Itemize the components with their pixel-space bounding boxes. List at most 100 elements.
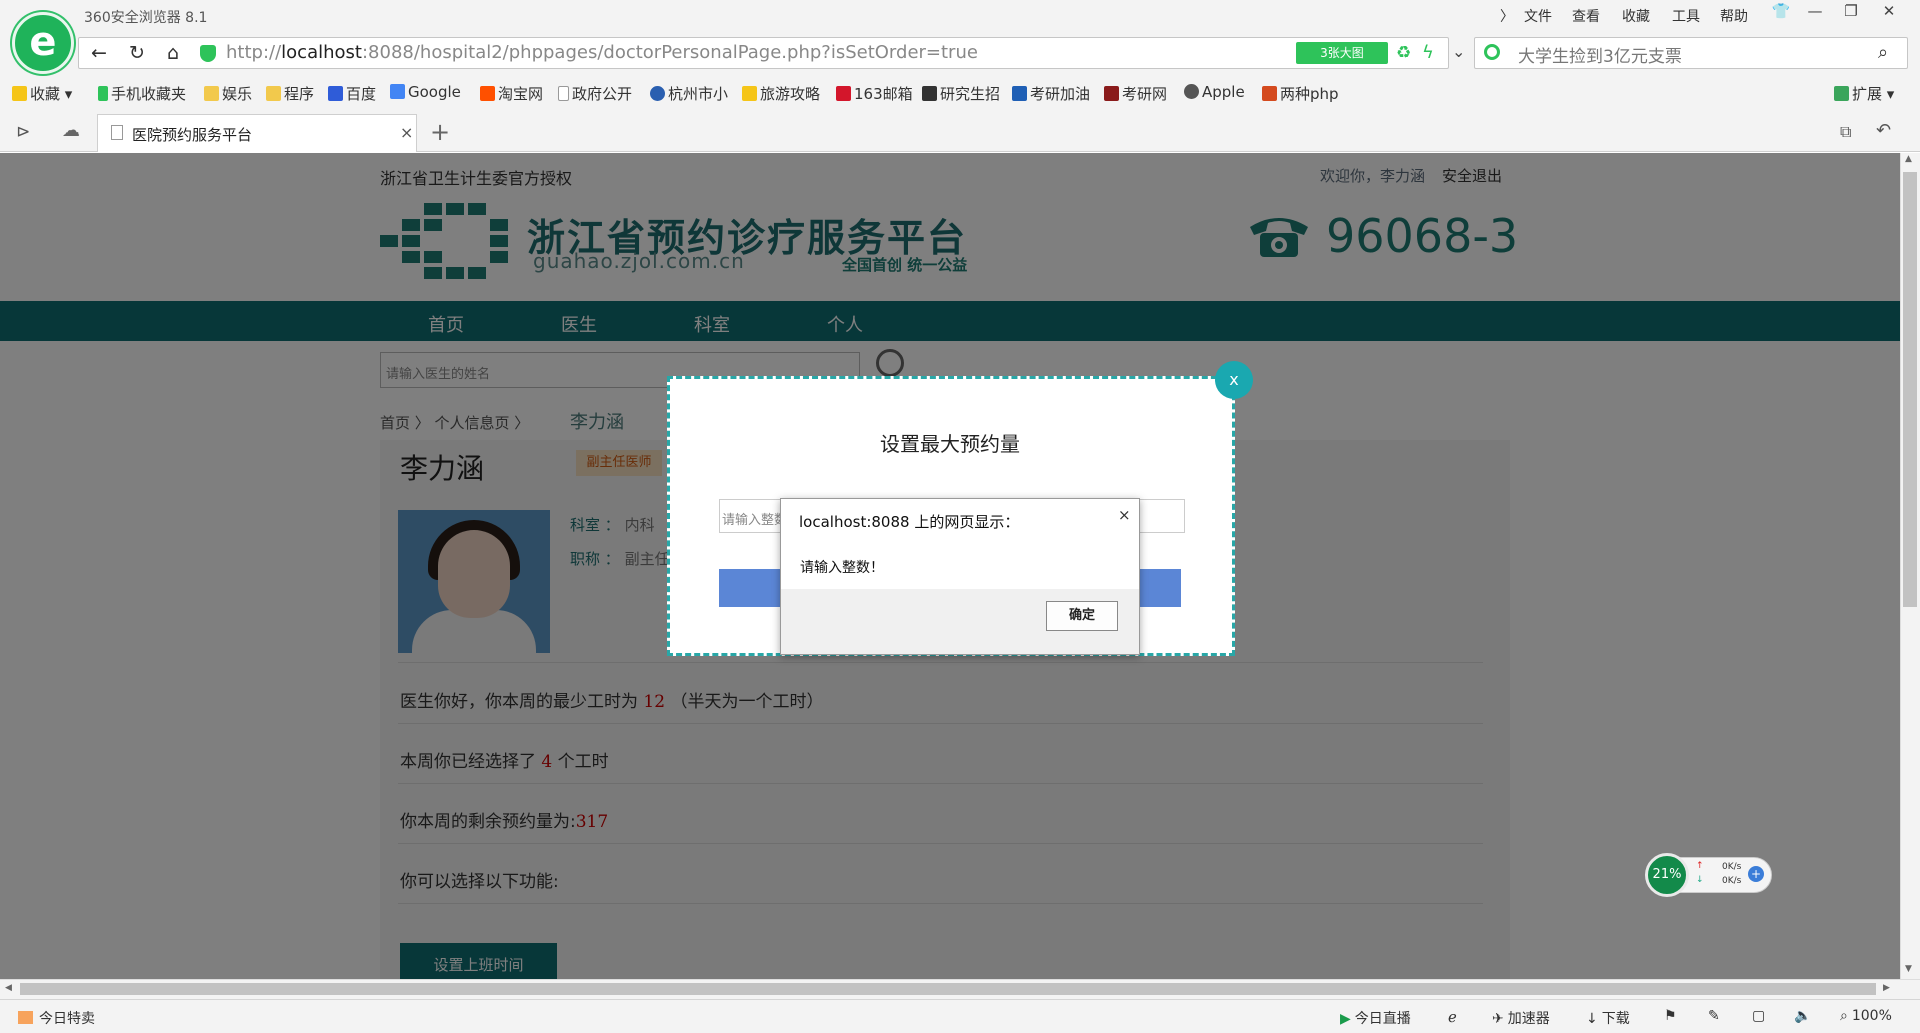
page-icon — [558, 86, 569, 101]
bookmark-programs[interactable]: 程序 — [266, 83, 314, 104]
security-shield-icon — [200, 45, 216, 62]
folder-icon — [266, 86, 281, 101]
rocket-icon: ✈ — [1492, 1011, 1504, 1027]
bookmark-gov[interactable]: 政府公开 — [558, 83, 632, 104]
accelerator-button[interactable]: ✈ 加速器 — [1492, 1008, 1550, 1028]
url-text[interactable]: http://localhost:8088/hospital2/phppages… — [226, 42, 978, 63]
vertical-scroll-thumb[interactable] — [1903, 172, 1917, 607]
minimize-icon[interactable]: — — [1802, 2, 1828, 26]
status-bar — [0, 999, 1920, 1033]
memory-percent[interactable]: 21% — [1645, 853, 1689, 897]
travel-icon — [742, 86, 757, 101]
menu-favorites[interactable]: 收藏 — [1622, 6, 1650, 26]
bookmark-hangzhou[interactable]: 杭州市小 — [650, 83, 728, 104]
zoom-icon: ⌕ — [1840, 1008, 1848, 1024]
bookmark-mobile[interactable]: 手机收藏夹 — [98, 83, 186, 104]
bookmark-google[interactable]: Google — [390, 83, 461, 101]
upload-arrow-icon: ↑ — [1696, 861, 1704, 871]
taobao-icon — [480, 86, 495, 101]
lightning-icon[interactable]: ϟ — [1422, 42, 1434, 63]
star-icon — [12, 86, 27, 101]
refresh-icon[interactable]: ↻ — [124, 42, 150, 64]
live-button[interactable]: ▶ 今日直播 — [1340, 1008, 1411, 1028]
bookmark-kaoyan-jiayou[interactable]: 考研加油 — [1012, 83, 1090, 104]
bookmark-kaoyan-net[interactable]: 考研网 — [1104, 83, 1167, 104]
menu-file[interactable]: 文件 — [1524, 6, 1552, 26]
google-icon — [390, 84, 405, 99]
php-icon — [1262, 86, 1277, 101]
scroll-up-icon[interactable]: ▲ — [1905, 154, 1912, 164]
download-icon: ↓ — [1586, 1011, 1598, 1027]
books-icon — [1104, 86, 1119, 101]
k-icon — [1012, 86, 1027, 101]
search-input[interactable]: 大学生捡到3亿元支票 — [1518, 42, 1682, 67]
modal-title: 设置最大预约量 — [880, 432, 1020, 456]
max-appointments-placeholder: 请输入整数 — [722, 513, 788, 528]
download-speed: 0K/s — [1722, 876, 1742, 886]
modal-close-button[interactable]: x — [1215, 361, 1253, 399]
menu-tools[interactable]: 工具 — [1672, 6, 1700, 26]
volume-icon[interactable]: 🔈 — [1794, 1008, 1811, 1024]
window-icon[interactable]: ▢ — [1752, 1008, 1765, 1024]
alert-ok-button[interactable]: 确定 — [1046, 601, 1118, 631]
address-dropdown-icon[interactable]: ⌄ — [1452, 42, 1465, 61]
extensions-icon — [1834, 86, 1849, 101]
phone-icon — [98, 86, 108, 101]
browser-logo-icon: e — [12, 12, 74, 74]
bookmark-php[interactable]: 两种php — [1262, 83, 1339, 104]
alert-close-icon[interactable]: × — [1118, 506, 1131, 524]
bookmark-entertainment[interactable]: 娱乐 — [204, 83, 252, 104]
alert-title: localhost:8088 上的网页显示： — [799, 513, 1020, 531]
apple-icon — [1184, 84, 1199, 99]
search-engine-icon[interactable] — [1484, 44, 1500, 60]
menu-chevron-icon[interactable]: 〉 — [1500, 6, 1514, 26]
zoom-control[interactable]: ⌕ 100% — [1840, 1008, 1892, 1024]
mail-163-icon — [836, 86, 851, 101]
skin-icon[interactable]: 👕 — [1768, 2, 1794, 26]
play-icon: ▶ — [1340, 1011, 1351, 1027]
undo-close-icon[interactable]: ↶ — [1876, 120, 1891, 141]
bookmark-favorites[interactable]: 收藏 ▾ — [12, 83, 72, 104]
back-icon[interactable]: ← — [86, 42, 112, 64]
graduation-cap-icon — [922, 86, 937, 101]
clean-icon[interactable]: ✎ — [1708, 1008, 1720, 1024]
folder-icon — [204, 86, 219, 101]
scroll-left-icon[interactable]: ◀ — [5, 983, 12, 993]
web-page: 浙江省卫生计生委官方授权 欢迎你，李力涵 安全退出 浙江省预约诊疗服务平台 gu… — [0, 153, 1900, 979]
maximize-icon[interactable]: ❐ — [1838, 2, 1864, 26]
ie-mode-icon[interactable]: ℯ — [1448, 1008, 1457, 1026]
home-icon[interactable]: ⌂ — [160, 42, 186, 64]
bookmark-163[interactable]: 163邮箱 — [836, 83, 913, 104]
daily-deals[interactable]: 今日特卖 — [18, 1008, 95, 1028]
upload-speed: 0K/s — [1722, 862, 1742, 872]
bookmark-baidu[interactable]: 百度 — [328, 83, 376, 104]
scroll-right-icon[interactable]: ▶ — [1883, 983, 1890, 993]
flag-icon[interactable]: ⚑ — [1664, 1008, 1677, 1024]
restore-tabs-icon[interactable]: ⧉ — [1840, 122, 1851, 142]
menu-help[interactable]: 帮助 — [1720, 6, 1748, 26]
new-tab-icon[interactable]: + — [430, 118, 450, 146]
page-icon — [111, 125, 123, 140]
tab-close-icon[interactable]: × — [400, 123, 413, 142]
download-button[interactable]: ↓ 下载 — [1586, 1008, 1630, 1028]
download-arrow-icon: ↓ — [1696, 875, 1704, 885]
globe-icon — [650, 86, 665, 101]
extensions-button[interactable]: 扩展 ▾ — [1834, 83, 1894, 104]
horizontal-scroll-thumb[interactable] — [20, 983, 1876, 995]
scroll-down-icon[interactable]: ▼ — [1905, 964, 1912, 974]
bookmark-taobao[interactable]: 淘宝网 — [480, 83, 543, 104]
cloud-icon[interactable]: ☁ — [62, 120, 80, 141]
search-icon[interactable]: ⌕ — [1878, 42, 1888, 63]
plus-icon[interactable]: + — [1748, 866, 1764, 882]
sidebar-toggle-icon[interactable]: ⊳ — [16, 122, 30, 142]
bookmark-grad[interactable]: 研究生招 — [922, 83, 1000, 104]
baidu-icon — [328, 86, 343, 101]
bookmark-travel[interactable]: 旅游攻略 — [742, 83, 820, 104]
close-window-icon[interactable]: ✕ — [1876, 2, 1902, 26]
bookmark-apple[interactable]: Apple — [1184, 83, 1245, 101]
tab-title: 医院预约服务平台 — [132, 126, 253, 144]
recycle-icon[interactable]: ♻ — [1396, 43, 1411, 63]
gift-icon — [18, 1011, 33, 1024]
big-image-button[interactable]: 3张大图 — [1296, 42, 1388, 64]
menu-view[interactable]: 查看 — [1572, 6, 1600, 26]
